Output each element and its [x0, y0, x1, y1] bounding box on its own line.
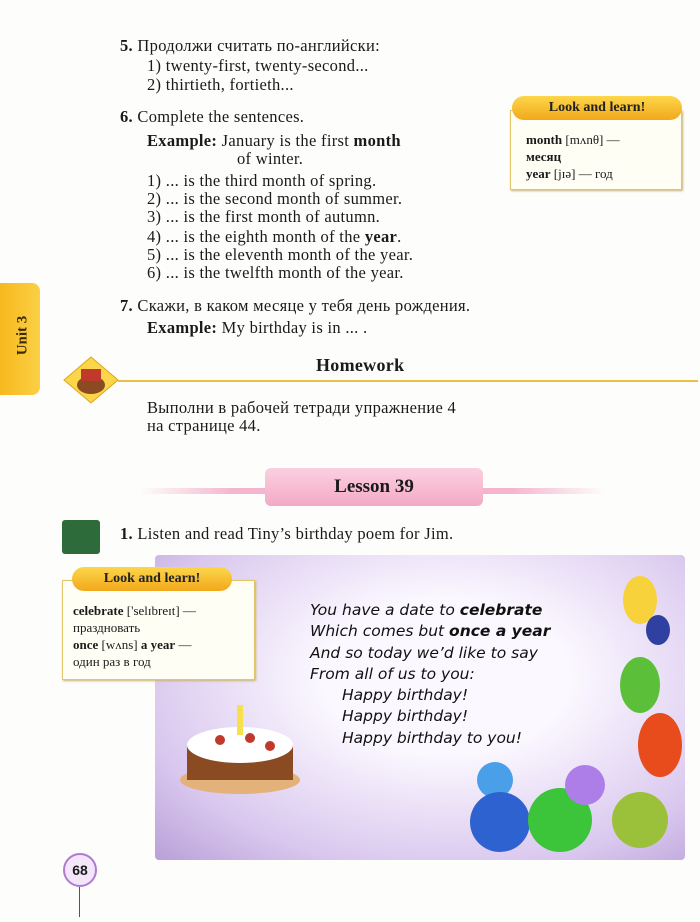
- exercise-5-item: 2) thirtieth, fortieth...: [147, 75, 294, 94]
- birthday-poem: You have a date to celebrate Which comes…: [310, 601, 551, 747]
- homework-text: на странице 44.: [147, 416, 261, 435]
- homework-divider: [118, 380, 698, 382]
- exercise-7-example: Example: My birthday is in ... .: [147, 318, 368, 337]
- homework-title: Homework: [316, 355, 405, 375]
- exercise-1-title: 1. Listen and read Tiny’s birthday poem …: [120, 524, 454, 543]
- exercise-5-item: 1) twenty-first, twenty-second...: [147, 56, 369, 75]
- exercise-5-title: 5. Продолжи считать по-английски:: [120, 36, 380, 55]
- vocab-list: month [mʌnθ] — месяц year [jɪə] — год: [526, 132, 620, 181]
- exercise-6-item: 5) ... is the eleventh month of the year…: [147, 245, 414, 264]
- exercise-6-item: 4) ... is the eighth month of the year.: [147, 227, 402, 246]
- homework-icon: [62, 355, 120, 405]
- exercise-6-title: 6. Complete the sentences.: [120, 107, 305, 126]
- exercise-6-item: 6) ... is the twelfth month of the year.: [147, 263, 404, 282]
- unit-tab: Unit 3: [0, 283, 40, 395]
- exercise-6-item: 1) ... is the third month of spring.: [147, 171, 377, 190]
- exercise-6-example: Example: January is the first month: [147, 131, 401, 150]
- exercise-6-item: 2) ... is the second month of summer.: [147, 189, 403, 208]
- audio-icon[interactable]: [62, 520, 100, 554]
- exercise-6-example-cont: of winter.: [237, 149, 304, 168]
- homework-text: Выполни в рабочей тетради упражнение 4: [147, 398, 457, 417]
- balloon-string: [79, 887, 80, 917]
- birthday-cake-icon: [175, 690, 305, 800]
- exercise-6-item: 3) ... is the first month of autumn.: [147, 207, 381, 226]
- page-number: 68: [63, 853, 97, 887]
- lesson-title: Lesson 39: [265, 468, 483, 506]
- look-and-learn-title: Look and learn!: [512, 96, 682, 120]
- look-and-learn-title: Look and learn!: [72, 567, 232, 591]
- vocab-list: celebrate ['selɪbreɪt] — праздновать onc…: [73, 603, 196, 669]
- balloons-icon: [460, 760, 610, 855]
- balloons-icon: [610, 570, 685, 850]
- exercise-7-title: 7. Скажи, в каком месяце у тебя день рож…: [120, 296, 471, 315]
